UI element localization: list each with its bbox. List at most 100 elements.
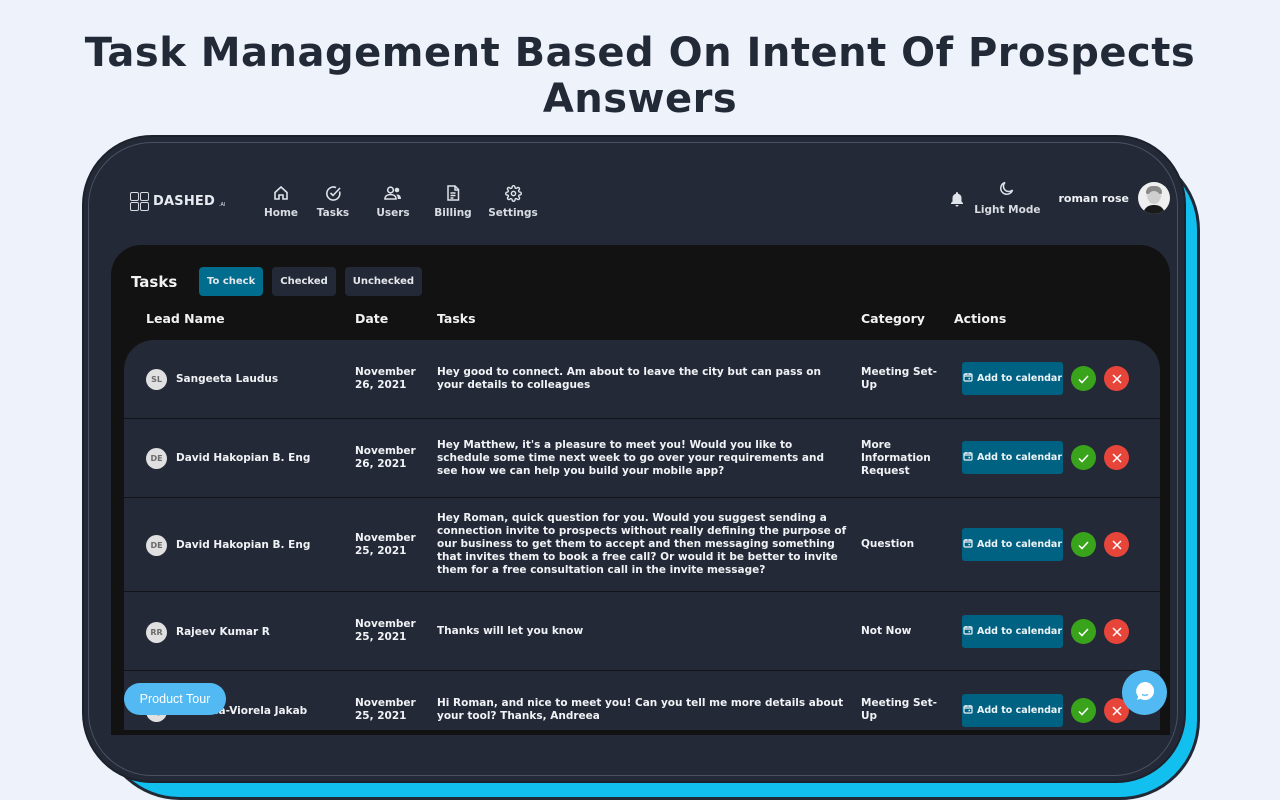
table-header: Lead Name Date Tasks Category Actions	[111, 311, 1170, 331]
document-icon	[446, 183, 460, 203]
lead-name[interactable]: Rajeev Kumar R	[176, 626, 270, 639]
approve-button[interactable]	[1071, 619, 1096, 644]
add-to-calendar-label: Add to calendar	[976, 452, 1063, 463]
lead-name[interactable]: David Hakopian B. Eng	[176, 452, 310, 465]
row-actions: Add to calendar	[962, 441, 1129, 474]
panel-left-gutter	[111, 340, 124, 730]
brand-name: DASHED	[153, 194, 215, 209]
nav-label: Settings	[488, 207, 538, 219]
home-icon	[273, 183, 289, 203]
nav-item-users[interactable]: Users	[370, 183, 416, 219]
gear-icon	[504, 183, 522, 203]
column-header-date: Date	[355, 311, 389, 326]
close-icon	[1111, 622, 1122, 641]
nav-label: Tasks	[316, 207, 350, 219]
tab-to-check[interactable]: To check	[199, 267, 264, 296]
row-actions: Add to calendar	[962, 694, 1129, 727]
filter-tabs: To check Checked Unchecked	[199, 267, 423, 296]
task-message: Hey Matthew, it's a pleasure to meet you…	[437, 439, 824, 477]
nav-item-billing[interactable]: Billing	[430, 183, 476, 219]
column-header-actions: Actions	[954, 311, 1007, 326]
add-to-calendar-button[interactable]: Add to calendar	[962, 441, 1063, 474]
product-tour-button[interactable]: Product Tour	[124, 683, 226, 715]
brand-suffix: .AI	[218, 201, 226, 208]
column-header-lead: Lead Name	[146, 311, 225, 326]
tab-unchecked[interactable]: Unchecked	[344, 267, 423, 296]
lead-name[interactable]: Sangeeta Laudus	[176, 373, 278, 386]
chat-launcher-button[interactable]	[1122, 670, 1167, 715]
panel-title: Tasks	[131, 273, 178, 291]
approve-button[interactable]	[1071, 532, 1096, 557]
check-circle-icon	[325, 183, 342, 203]
lead-initials-avatar: RR	[146, 622, 167, 643]
add-to-calendar-label: Add to calendar	[976, 626, 1063, 637]
task-date: November 25, 2021	[355, 618, 416, 643]
close-icon	[1111, 448, 1122, 467]
logo-grid-icon	[130, 192, 149, 211]
calendar-icon	[963, 625, 973, 638]
approve-button[interactable]	[1071, 698, 1096, 723]
check-icon	[1078, 535, 1089, 554]
check-icon	[1078, 701, 1089, 720]
hero-title: Task Management Based On Intent Of Prosp…	[84, 30, 1196, 122]
column-header-category: Category	[861, 311, 925, 326]
add-to-calendar-button[interactable]: Add to calendar	[962, 528, 1063, 561]
close-icon	[1111, 701, 1122, 720]
brand-logo[interactable]: DASHED .AI	[130, 192, 225, 211]
tab-checked[interactable]: Checked	[272, 267, 336, 296]
add-to-calendar-button[interactable]: Add to calendar	[962, 362, 1063, 395]
approve-button[interactable]	[1071, 445, 1096, 470]
task-category: Meeting Set-Up	[861, 697, 938, 722]
table-row: SL Sangeeta Laudus November 26, 2021 Hey…	[124, 340, 1160, 419]
reject-button[interactable]	[1104, 619, 1129, 644]
user-name[interactable]: roman rose	[1058, 192, 1129, 205]
add-to-calendar-label: Add to calendar	[976, 539, 1063, 550]
lead-name[interactable]: David Hakopian B. Eng	[176, 539, 310, 552]
theme-toggle[interactable]: Light Mode	[974, 180, 1040, 216]
bell-icon[interactable]	[950, 191, 964, 211]
approve-button[interactable]	[1071, 366, 1096, 391]
task-message: Hi Roman, and nice to meet you! Can you …	[437, 697, 844, 722]
nav-item-home[interactable]: Home	[264, 183, 298, 219]
row-actions: Add to calendar	[962, 615, 1129, 648]
add-to-calendar-label: Add to calendar	[976, 373, 1063, 384]
close-icon	[1111, 535, 1122, 554]
row-actions: Add to calendar	[962, 362, 1129, 395]
table-row: DE David Hakopian B. Eng November 25, 20…	[124, 498, 1160, 592]
reject-button[interactable]	[1104, 532, 1129, 557]
task-category: Meeting Set-Up	[861, 366, 938, 391]
task-category: More Information Request	[861, 439, 931, 477]
task-date: November 25, 2021	[355, 697, 416, 722]
add-to-calendar-button[interactable]: Add to calendar	[962, 615, 1063, 648]
task-message: Thanks will let you know	[437, 625, 584, 637]
task-message: Hey Roman, quick question for you. Would…	[437, 512, 847, 576]
table-row: DE David Hakopian B. Eng November 26, 20…	[124, 419, 1160, 498]
task-message: Hey good to connect. Am about to leave t…	[437, 366, 821, 391]
nav-item-settings[interactable]: Settings	[488, 183, 538, 219]
nav-item-tasks[interactable]: Tasks	[310, 183, 356, 219]
add-to-calendar-button[interactable]: Add to calendar	[962, 694, 1063, 727]
reject-button[interactable]	[1104, 445, 1129, 470]
nav-label: Billing	[434, 207, 472, 219]
row-actions: Add to calendar	[962, 528, 1129, 561]
user-avatar[interactable]	[1138, 182, 1170, 214]
task-date: November 26, 2021	[355, 366, 416, 391]
theme-toggle-label: Light Mode	[974, 204, 1041, 216]
top-nav: DASHED .AI Home Tasks Users Billing Sett…	[130, 180, 1170, 224]
task-table-body: SL Sangeeta Laudus November 26, 2021 Hey…	[124, 340, 1160, 730]
reject-button[interactable]	[1104, 366, 1129, 391]
nav-right: Light Mode roman rose	[950, 180, 1170, 216]
main-menu: Home Tasks Users Billing Settings	[264, 183, 538, 219]
moon-icon	[999, 180, 1015, 200]
users-icon	[384, 183, 402, 203]
calendar-icon	[963, 704, 973, 717]
chat-icon	[1134, 680, 1156, 706]
lead-initials-avatar: DE	[146, 535, 167, 556]
check-icon	[1078, 448, 1089, 467]
add-to-calendar-label: Add to calendar	[976, 705, 1063, 716]
table-row: RR Rajeev Kumar R November 25, 2021 Than…	[124, 592, 1160, 671]
calendar-icon	[963, 451, 973, 464]
table-row: AJ Andreea-Viorela Jakab November 25, 20…	[124, 671, 1160, 730]
task-date: November 26, 2021	[355, 445, 416, 470]
table-scrollbar[interactable]	[1160, 340, 1170, 730]
